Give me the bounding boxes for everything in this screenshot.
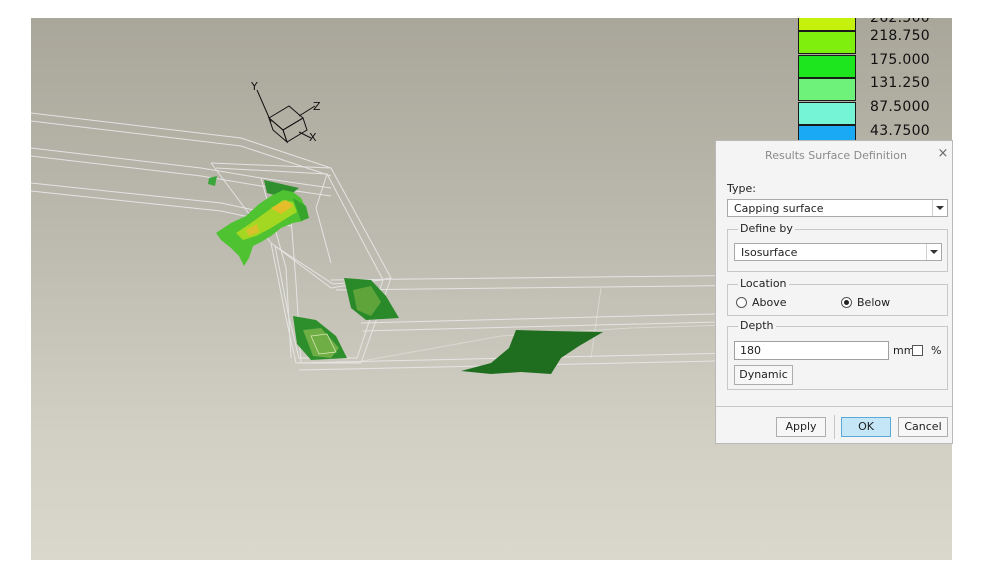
legend-label: 87.5000 [870,99,930,115]
type-dropdown[interactable]: Capping surface [727,199,948,217]
type-dropdown-value: Capping surface [734,202,824,215]
location-group: Location Above Below [727,277,948,316]
legend-label: 218.750 [870,28,930,44]
results-legend: 262.500 218.750 175.000 131.250 87.5000 … [798,18,958,140]
above-radio[interactable] [736,297,747,308]
dialog-title: Results Surface Definition [765,149,907,162]
button-divider [834,415,835,439]
legend-label: 262.500 [870,18,930,26]
triad-x-label: X [309,131,317,144]
apply-button[interactable]: Apply [776,417,826,437]
percent-label: % [931,344,942,357]
chevron-down-icon[interactable] [926,244,941,260]
define-by-dropdown[interactable]: Isosurface [734,243,942,261]
above-radio-label[interactable]: Above [752,296,787,309]
location-label: Location [738,277,789,290]
below-radio[interactable] [841,297,852,308]
below-radio-label[interactable]: Below [857,296,890,309]
application-window: Y Z X 262.500 218.750 175.000 131.250 87… [0,0,1000,585]
percent-checkbox[interactable] [912,345,923,356]
depth-group: Depth 180 mm % Dynamic [727,319,948,390]
legend-label: 131.250 [870,75,930,91]
define-by-group: Define by Isosurface [727,222,948,272]
define-by-dropdown-value: Isosurface [741,246,798,259]
legend-swatch [798,102,856,125]
legend-swatch [798,125,856,140]
dialog-divider [716,406,952,407]
type-label: Type: [727,182,756,195]
depth-input-value: 180 [740,344,761,357]
triad-y-label: Y [251,80,258,93]
dialog-titlebar[interactable]: Results Surface Definition × [716,141,952,169]
legend-label: 175.000 [870,52,930,68]
legend-swatch [798,31,856,54]
legend-swatch [798,18,856,31]
results-surface-definition-dialog: Results Surface Definition × Type: Cappi… [715,140,953,444]
depth-label: Depth [738,319,776,332]
define-by-label: Define by [738,222,795,235]
result-surfaces [208,176,603,374]
legend-swatch [798,78,856,101]
depth-input[interactable]: 180 [734,341,889,360]
ok-button[interactable]: OK [841,417,891,437]
close-icon[interactable]: × [936,147,950,161]
dynamic-button[interactable]: Dynamic [734,365,793,385]
legend-label: 43.7500 [870,123,930,139]
chevron-down-icon[interactable] [932,200,947,216]
coordinate-triad-icon [256,89,316,144]
legend-row: 43.7500 [798,123,958,140]
triad-z-label: Z [313,100,321,113]
legend-swatch [798,55,856,78]
cancel-button[interactable]: Cancel [898,417,948,437]
